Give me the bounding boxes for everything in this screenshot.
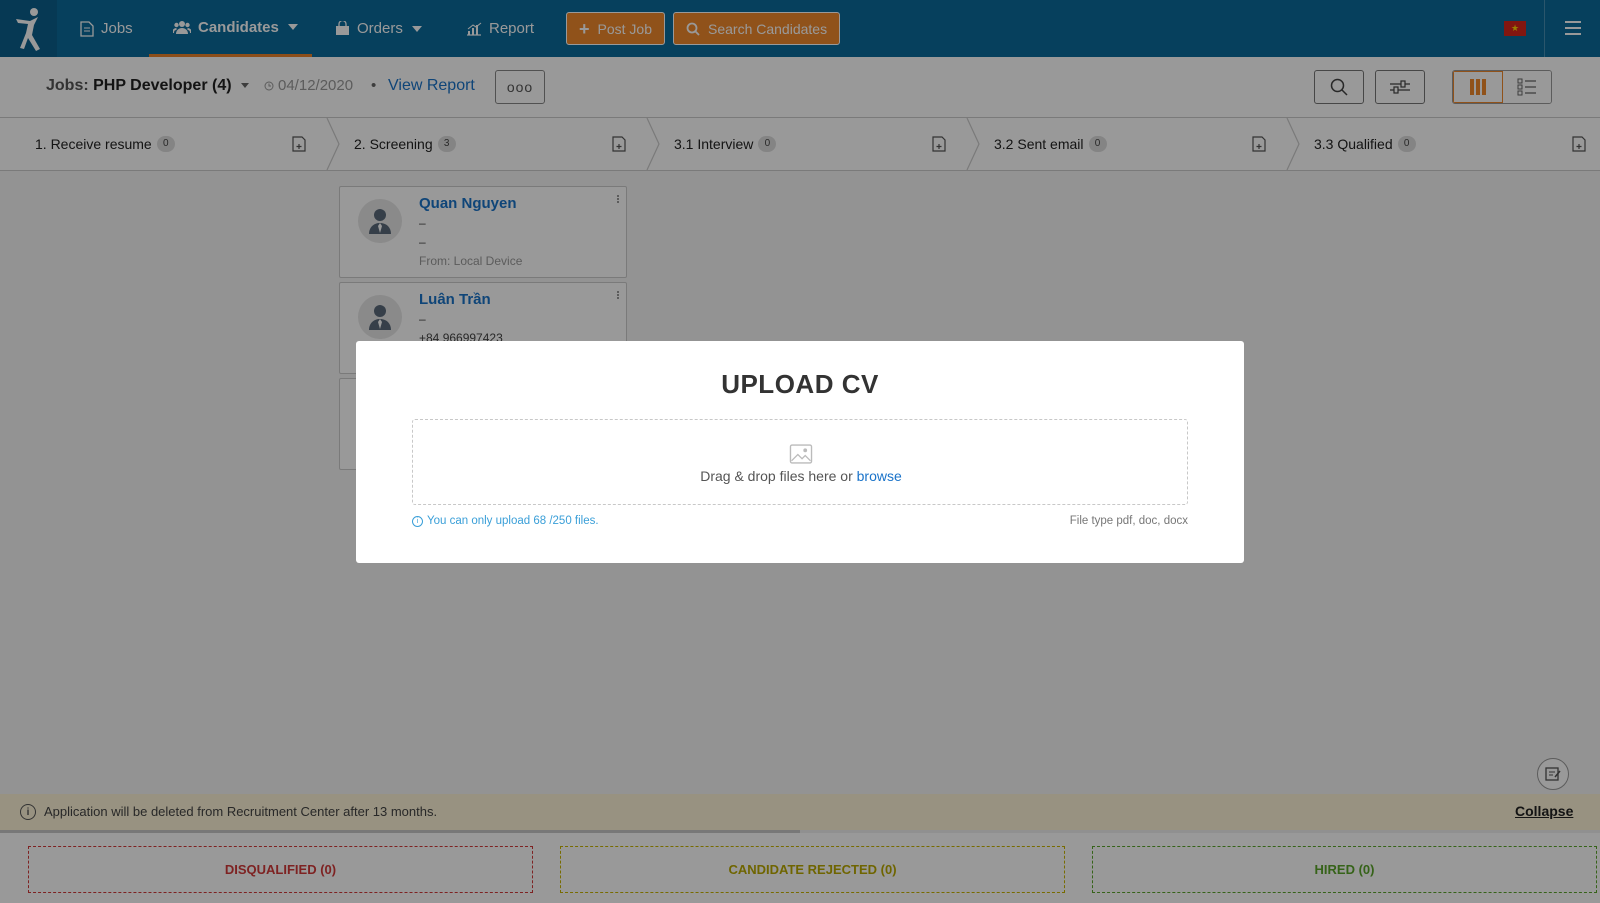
modal-title: UPLOAD CV xyxy=(721,369,879,399)
file-drop-zone[interactable]: Drag & drop files here or browse xyxy=(412,419,1188,505)
image-icon xyxy=(789,444,813,464)
file-type-note: File type pdf, doc, docx xyxy=(1069,515,1188,527)
drop-instructions: Drag & drop files here or browse xyxy=(413,468,1189,484)
drop-text: Drag & drop files here or xyxy=(700,468,857,484)
upload-limit-text: You can only upload 68 /250 files. xyxy=(427,515,599,527)
upload-limit-hint: i You can only upload 68 /250 files. xyxy=(412,515,599,527)
browse-link[interactable]: browse xyxy=(857,468,902,484)
info-icon: i xyxy=(412,515,423,527)
upload-cv-modal: UPLOAD CV Drag & drop files here or brow… xyxy=(356,341,1244,563)
